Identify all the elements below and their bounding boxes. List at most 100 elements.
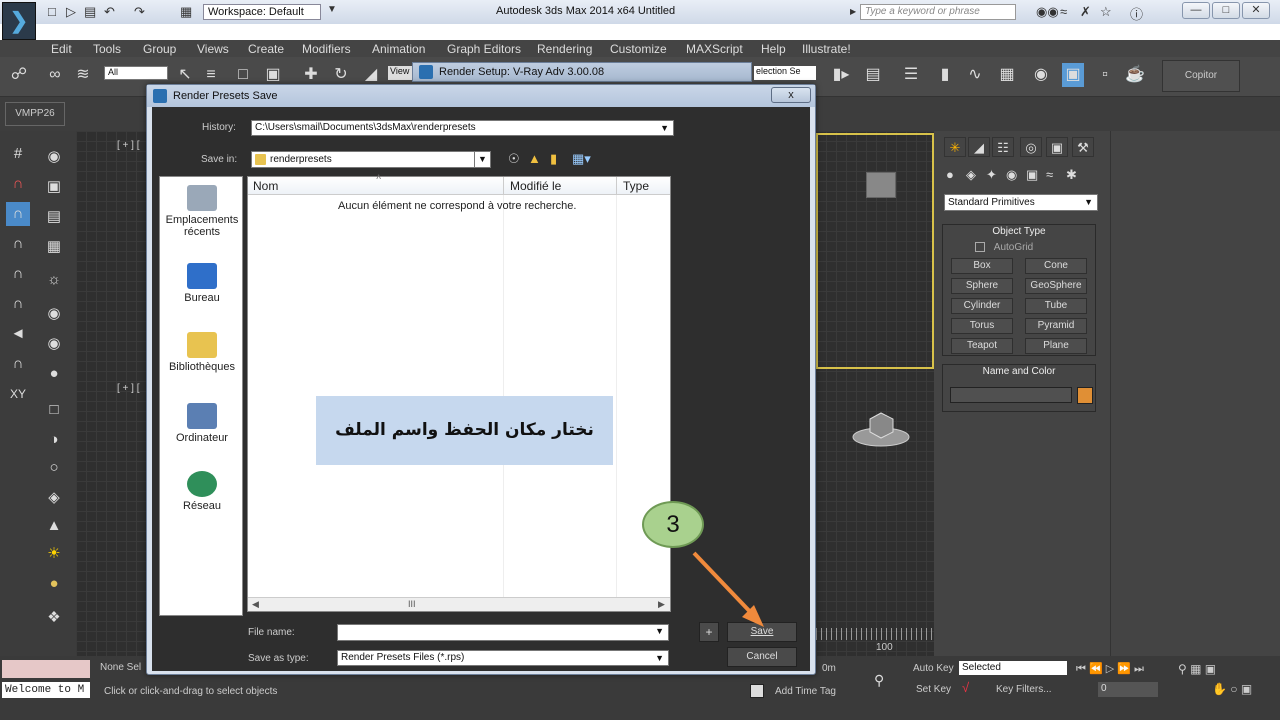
maxscript-listener-input[interactable] <box>2 660 90 678</box>
schematic-view-icon[interactable]: ▦ <box>996 63 1018 87</box>
render-setup-icon[interactable]: ▣ <box>1062 63 1084 87</box>
menu-group[interactable]: Group <box>143 42 176 56</box>
cancel-button[interactable]: Cancel <box>727 647 797 667</box>
selection-filter-dropdown[interactable]: All <box>104 66 168 80</box>
savein-dropdown[interactable]: renderpresets ▼ <box>251 151 491 168</box>
key-icon[interactable]: ⚲ <box>874 672 884 689</box>
snap-xy-icon[interactable]: XY <box>6 382 30 406</box>
link-icon[interactable]: ☍ <box>8 63 30 87</box>
set-key-button[interactable]: Set Key <box>916 684 951 695</box>
shapes-icon[interactable]: ◈ <box>966 167 976 183</box>
cylinder-button[interactable]: Cylinder <box>951 298 1013 314</box>
place-computer[interactable]: Ordinateur <box>160 403 244 444</box>
pyramid-button[interactable]: Pyramid <box>1025 318 1087 334</box>
menu-maxscript[interactable]: MAXScript <box>686 42 743 56</box>
file-list[interactable]: Nom ˄ Modifié le Type Aucun élément ne c… <box>247 172 671 612</box>
modify-tab-icon[interactable]: ◢ <box>968 137 990 157</box>
lights-icon[interactable]: ✦ <box>986 167 997 183</box>
space-warps-icon[interactable]: ≈ <box>1046 167 1053 182</box>
primitive-category-dropdown[interactable]: Standard Primitives ▼ <box>944 194 1098 211</box>
project-folder-icon[interactable]: ▦ <box>180 4 192 20</box>
menu-create[interactable]: Create <box>248 42 284 56</box>
grid-snap-icon[interactable]: # <box>6 142 30 166</box>
column-type[interactable]: Type <box>623 179 649 193</box>
pan-hand-icon[interactable]: ✋ ○ ▣ <box>1212 682 1252 696</box>
time-tag-icon[interactable] <box>750 684 764 698</box>
cameras-icon[interactable]: ◉ <box>1006 167 1017 183</box>
menu-animation[interactable]: Animation <box>372 42 425 56</box>
favorites-star-icon[interactable]: ☆ <box>1100 4 1112 20</box>
snap-endpoint-icon[interactable]: ∩ <box>6 202 30 226</box>
auto-key-button[interactable]: Auto Key <box>913 663 954 674</box>
key-filters-button[interactable]: Key Filters... <box>996 684 1052 695</box>
place-desktop[interactable]: Bureau <box>160 263 244 304</box>
display-tab-icon[interactable]: ▣ <box>1046 137 1068 157</box>
systems-icon[interactable]: ✱ <box>1066 167 1077 183</box>
light-icon[interactable]: ☼ <box>42 268 66 292</box>
open-file-icon[interactable]: ▷ <box>66 4 76 20</box>
viewcube-icon[interactable] <box>866 172 896 198</box>
menu-modifiers[interactable]: Modifiers <box>302 42 351 56</box>
filename-input[interactable]: ▼ <box>337 624 669 641</box>
search-input[interactable]: Type a keyword or phrase <box>860 4 1016 20</box>
hierarchy-tab-icon[interactable]: ☷ <box>992 137 1014 157</box>
current-frame-input[interactable]: 0 <box>1098 682 1158 697</box>
snap-pivot-icon[interactable]: ◄ <box>6 322 30 346</box>
place-network[interactable]: Réseau <box>160 471 244 512</box>
named-selection-set-dropdown[interactable]: election Se <box>754 66 816 80</box>
key-mode-dropdown[interactable]: Selected <box>959 661 1067 675</box>
menu-tools[interactable]: Tools <box>93 42 121 56</box>
cone-icon[interactable]: ▲ <box>42 514 66 538</box>
sun-icon[interactable]: ☀ <box>42 542 66 566</box>
saveas-type-dropdown[interactable]: Render Presets Files (*.rps) ▼ <box>337 650 669 666</box>
save-file-icon[interactable]: ▤ <box>84 4 96 20</box>
snap-midpoint-icon[interactable]: ∩ <box>6 232 30 256</box>
torus-button[interactable]: Torus <box>951 318 1013 334</box>
cone-button[interactable]: Cone <box>1025 258 1087 274</box>
box-button[interactable]: Box <box>951 258 1013 274</box>
sphere-icon[interactable]: ○ <box>42 456 66 480</box>
tube-button[interactable]: Tube <box>1025 298 1087 314</box>
helpers-icon[interactable]: ▣ <box>1026 167 1038 183</box>
reference-coordinate-dropdown[interactable]: View <box>388 66 412 80</box>
scroll-left-icon[interactable]: ◀ <box>252 599 259 610</box>
maximize-button[interactable]: □ <box>1212 2 1240 19</box>
sphere-button[interactable]: Sphere <box>951 278 1013 294</box>
glasses-icon[interactable]: ● <box>42 362 66 386</box>
workspace-dropdown[interactable]: Workspace: Default <box>203 4 321 20</box>
render-production-icon[interactable]: ☕ <box>1124 63 1146 87</box>
snap-center-icon[interactable]: ∩ <box>6 352 30 376</box>
column-name[interactable]: Nom <box>253 179 278 193</box>
camera-icon[interactable]: ◉ <box>42 302 66 326</box>
menu-rendering[interactable]: Rendering <box>537 42 592 56</box>
render-setup-window-title[interactable]: Render Setup: V-Ray Adv 3.00.08 <box>412 62 752 82</box>
3dsmax-logo-icon[interactable]: ❯ <box>2 2 36 40</box>
history-dropdown[interactable]: C:\Users\smail\Documents\3dsMax\renderpr… <box>251 120 674 136</box>
plane-button[interactable]: Plane <box>1025 338 1087 354</box>
viewport-label-bottom[interactable]: [ + ] [ <box>117 383 140 394</box>
save-button[interactable]: Save <box>727 622 797 642</box>
object-name-input[interactable] <box>950 387 1072 403</box>
menu-edit[interactable]: Edit <box>51 42 72 56</box>
layer-manager-icon[interactable]: ☰ <box>900 63 922 87</box>
dome-icon[interactable]: ◑ <box>42 428 66 452</box>
scroll-thumb-grip[interactable]: III <box>408 599 416 609</box>
menu-graph-editors[interactable]: Graph Editors <box>447 42 521 56</box>
menu-views[interactable]: Views <box>197 42 229 56</box>
back-icon[interactable]: ☉ <box>508 151 520 167</box>
view-menu-icon[interactable]: ▦▾ <box>572 151 591 167</box>
exchange-icon[interactable]: ✗ <box>1080 4 1091 20</box>
object-color-swatch[interactable] <box>1077 387 1093 404</box>
object-type-title[interactable]: Object Type <box>943 226 1095 237</box>
curve-editor-icon[interactable]: ∿ <box>964 63 986 87</box>
sound-icon[interactable]: ◉ <box>42 332 66 356</box>
playback-controls[interactable]: ⏮ ⏪ ▷ ⏩ ⏭ <box>1076 662 1144 676</box>
perspective-viewcube-icon[interactable] <box>850 405 912 447</box>
graphite-tools-icon[interactable]: ▮ <box>934 63 956 87</box>
vmpp-button[interactable]: VMPP26 <box>5 102 65 126</box>
menu-customize[interactable]: Customize <box>610 42 667 56</box>
new-file-icon[interactable]: □ <box>48 4 56 19</box>
copitor-button[interactable]: Copitor <box>1162 60 1240 92</box>
undo-icon[interactable]: ↶ <box>104 4 115 20</box>
help-icon[interactable]: ⓘ <box>1130 4 1143 23</box>
